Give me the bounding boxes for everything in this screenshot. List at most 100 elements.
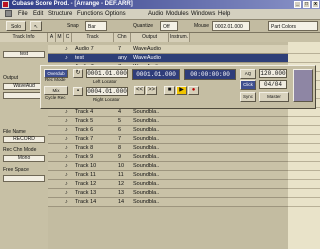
track-name: Track 4 [75, 109, 94, 115]
document-menu-icon[interactable] [5, 10, 12, 17]
master-button[interactable]: Master [259, 92, 289, 102]
right-locator-display[interactable]: 0004.01.000 [86, 87, 128, 96]
track-icon: ♪ [65, 154, 68, 160]
track-row[interactable]: ♪ Track 8 8 Soundbla.. [48, 144, 288, 153]
menu-audio[interactable]: Audio [148, 9, 163, 19]
left-locator-label: Left Locator [93, 79, 117, 84]
track-name: Track 10 [75, 163, 97, 169]
track-row[interactable]: ♪ Track 12 12 Soundbla.. [48, 180, 288, 189]
track-row[interactable]: ♪ test any WaveAudio [48, 54, 288, 63]
parts-lane-divider [288, 206, 320, 207]
free-space-field [3, 175, 45, 182]
quantize-label: Quantize [133, 23, 154, 29]
mouse-position-field: 0002.01.000 [212, 21, 250, 31]
track-name: Track 13 [75, 190, 97, 196]
track-row[interactable]: ♪ Track 9 9 Soundbla.. [48, 153, 288, 162]
sync-button[interactable]: Sync [240, 92, 256, 102]
track-output: Soundbla.. [133, 145, 160, 151]
rec-chn-mode-field[interactable]: Mono [3, 155, 45, 162]
mix-button[interactable]: Mix [44, 86, 68, 95]
menu-help[interactable]: Help [218, 9, 230, 19]
tempo-display[interactable]: 120.000 [259, 69, 287, 78]
rewind-button[interactable]: << [134, 86, 145, 95]
menu-functions[interactable]: Functions [77, 9, 103, 19]
track-output: Soundbla.. [133, 109, 160, 115]
part-colors-select[interactable]: Part Colors [268, 21, 318, 31]
track-channel: 6 [118, 127, 122, 133]
quantize-select[interactable]: Off [160, 21, 178, 31]
track-icon: ♪ [65, 163, 68, 169]
menu-file[interactable]: File [18, 9, 28, 19]
track-row[interactable]: ♪ Track 5 5 Soundbla.. [48, 117, 288, 126]
stop-button[interactable]: ■ [164, 86, 175, 95]
solo-button[interactable]: Solo [6, 21, 26, 31]
track-output: Soundbla.. [133, 136, 160, 142]
menu-windows[interactable]: Windows [191, 9, 215, 19]
menu-options[interactable]: Options [105, 9, 126, 19]
track-name: Track 12 [75, 181, 97, 187]
arrange-toolbar: Solo ↖ Snap Bar Quantize Off Mouse 0002.… [0, 20, 320, 33]
track-name: Track 7 [75, 136, 94, 142]
track-channel: 7 [118, 46, 122, 52]
track-channel: 9 [118, 154, 122, 160]
left-locator-display[interactable]: 0001.01.000 [86, 69, 128, 78]
track-channel: 12 [118, 181, 125, 187]
file-name-field[interactable]: RECORD [3, 136, 45, 143]
track-icon: ♪ [65, 145, 68, 151]
track-output: Soundbla.. [133, 118, 160, 124]
track-output: Soundbla.. [133, 190, 160, 196]
close-icon[interactable]: x [312, 1, 319, 8]
track-name: Track 11 [75, 172, 96, 178]
track-row[interactable]: ♪ Track 10 10 Soundbla.. [48, 162, 288, 171]
song-position-display[interactable]: 0001.01.000 [132, 69, 180, 80]
cycle-icon[interactable]: ↻ [73, 69, 83, 78]
cycle-rec-label: Cycle Rec [45, 95, 66, 100]
output-select[interactable]: WaveAud [3, 83, 45, 90]
app-icon[interactable] [2, 1, 9, 8]
track-name: Track 5 [75, 118, 94, 124]
track-row[interactable]: ♪ Audio 7 7 WaveAudio [48, 45, 288, 54]
signature-display[interactable]: 04/04 [259, 80, 287, 89]
arrow-tool-icon[interactable]: ↖ [30, 21, 42, 31]
play-button[interactable]: ▶ [176, 86, 187, 95]
punch-icon[interactable]: ▪ [73, 87, 83, 96]
parts-lane-divider [288, 53, 320, 54]
track-name-field[interactable]: test [3, 51, 45, 58]
maximize-icon[interactable]: □ [303, 1, 310, 8]
snap-select[interactable]: Bar [85, 21, 107, 31]
track-channel: 10 [118, 163, 125, 169]
window-title: Cubase Score Prod. - [Arrange - DEF.ARR] [12, 1, 133, 7]
track-channel: 5 [118, 118, 122, 124]
menu-structure[interactable]: Structure [48, 9, 72, 19]
smpte-display[interactable]: 00:00:00:00 [184, 69, 236, 80]
track-channel: 14 [118, 199, 125, 205]
track-row[interactable]: ♪ Track 11 11 Soundbla.. [48, 171, 288, 180]
track-name: Track 14 [75, 199, 97, 205]
transport-side-panel[interactable] [293, 69, 313, 102]
output-label: Output [3, 75, 19, 81]
menu-modules[interactable]: Modules [166, 9, 189, 19]
track-icon: ♪ [65, 172, 68, 178]
minimize-icon[interactable]: _ [294, 1, 301, 8]
track-output: Soundbla.. [133, 181, 160, 187]
track-row[interactable]: ♪ Track 4 4 Soundbla.. [48, 108, 288, 117]
click-button[interactable]: Click [240, 80, 256, 90]
track-icon: ♪ [65, 109, 68, 115]
track-row[interactable]: ♪ Track 6 6 Soundbla.. [48, 126, 288, 135]
track-output: Soundbla.. [133, 172, 160, 178]
parts-lane-divider [288, 143, 320, 144]
track-row[interactable]: ♪ Track 13 13 Soundbla.. [48, 189, 288, 198]
track-row[interactable]: ♪ Track 14 14 Soundbla.. [48, 198, 288, 207]
autoquantize-button[interactable]: AQ [240, 69, 256, 79]
parts-lane-divider [288, 125, 320, 126]
track-row[interactable]: ♪ Track 7 7 Soundbla.. [48, 135, 288, 144]
file-name-label: File Name [3, 129, 26, 135]
record-button[interactable]: ● [188, 86, 199, 95]
track-channel: 13 [118, 190, 125, 196]
inspector-blank-field[interactable] [3, 92, 45, 99]
track-icon: ♪ [65, 46, 68, 52]
window-title-bar: Cubase Score Prod. - [Arrange - DEF.ARR]… [0, 0, 320, 9]
fast-forward-button[interactable]: >> [146, 86, 157, 95]
menu-edit[interactable]: Edit [33, 9, 43, 19]
track-channel: 4 [118, 109, 122, 115]
